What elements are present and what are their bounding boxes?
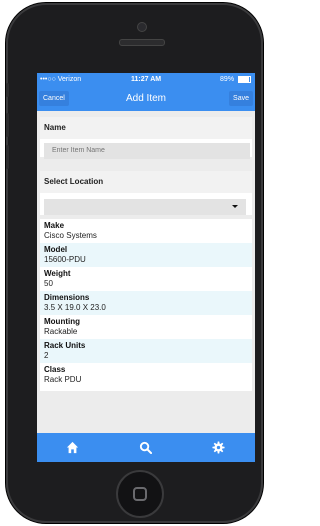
cancel-button[interactable]: Cancel <box>39 91 69 106</box>
detail-label: Dimensions <box>44 293 90 302</box>
status-bar: •••○○ Verizon 11:27 AM 89% <box>37 73 255 87</box>
location-label: Select Location <box>40 171 252 193</box>
tab-bar <box>37 433 255 462</box>
carrier-label: •••○○ Verizon <box>40 76 82 83</box>
details-list: Make Cisco Systems Model 15600-PDU Weigh… <box>40 219 252 391</box>
detail-label: Rack Units <box>44 341 86 350</box>
form-content: Name Select Location Make Cisco Systems … <box>37 111 255 433</box>
detail-value: 2 <box>44 351 49 360</box>
detail-label: Class <box>44 365 66 374</box>
detail-row-dimensions: Dimensions 3.5 X 19.0 X 23.0 <box>40 291 252 315</box>
page-title: Add Item <box>125 93 167 104</box>
tab-home[interactable] <box>37 433 109 462</box>
detail-row-model: Model 15600-PDU <box>40 243 252 267</box>
earpiece-speaker <box>119 39 165 46</box>
detail-value: Rackable <box>44 327 78 336</box>
name-label: Name <box>40 117 252 139</box>
volume-up-button <box>6 113 9 137</box>
detail-value: Cisco Systems <box>44 231 97 240</box>
chevron-down-icon <box>232 205 238 208</box>
name-card: Name <box>40 117 252 159</box>
front-camera <box>137 22 147 32</box>
detail-value: 15600-PDU <box>44 255 86 264</box>
location-select[interactable] <box>44 199 246 215</box>
battery-percent: 89% <box>220 76 235 83</box>
location-card: Select Location <box>40 171 252 215</box>
detail-label: Weight <box>44 269 71 278</box>
detail-row-weight: Weight 50 <box>40 267 252 291</box>
navigation-bar: Add Item Cancel Save <box>37 87 255 111</box>
volume-down-button <box>6 145 9 169</box>
detail-value: Rack PDU <box>44 375 82 384</box>
status-time: 11:27 AM <box>131 76 162 83</box>
search-icon <box>139 441 152 454</box>
detail-row-class: Class Rack PDU <box>40 363 252 387</box>
save-button[interactable]: Save <box>229 91 253 106</box>
detail-value: 3.5 X 19.0 X 23.0 <box>44 303 106 312</box>
detail-row-mounting: Mounting Rackable <box>40 315 252 339</box>
detail-row-make: Make Cisco Systems <box>40 219 252 243</box>
home-icon <box>66 441 79 454</box>
detail-label: Model <box>44 245 68 254</box>
home-button-icon <box>133 487 147 501</box>
item-name-input[interactable] <box>44 143 250 159</box>
detail-label: Make <box>44 221 65 230</box>
detail-label: Mounting <box>44 317 80 326</box>
detail-row-rack-units: Rack Units 2 <box>40 339 252 363</box>
battery-icon <box>238 75 251 83</box>
mute-switch <box>6 83 9 97</box>
app-screen: •••○○ Verizon 11:27 AM 89% Add Item Canc… <box>37 73 255 462</box>
phone-frame: •••○○ Verizon 11:27 AM 89% Add Item Canc… <box>6 3 263 523</box>
gear-icon <box>212 441 225 454</box>
home-button[interactable] <box>116 470 164 518</box>
tab-search[interactable] <box>110 433 182 462</box>
tab-settings[interactable] <box>183 433 255 462</box>
battery-indicator: 89% <box>220 73 251 87</box>
detail-value: 50 <box>44 279 53 288</box>
